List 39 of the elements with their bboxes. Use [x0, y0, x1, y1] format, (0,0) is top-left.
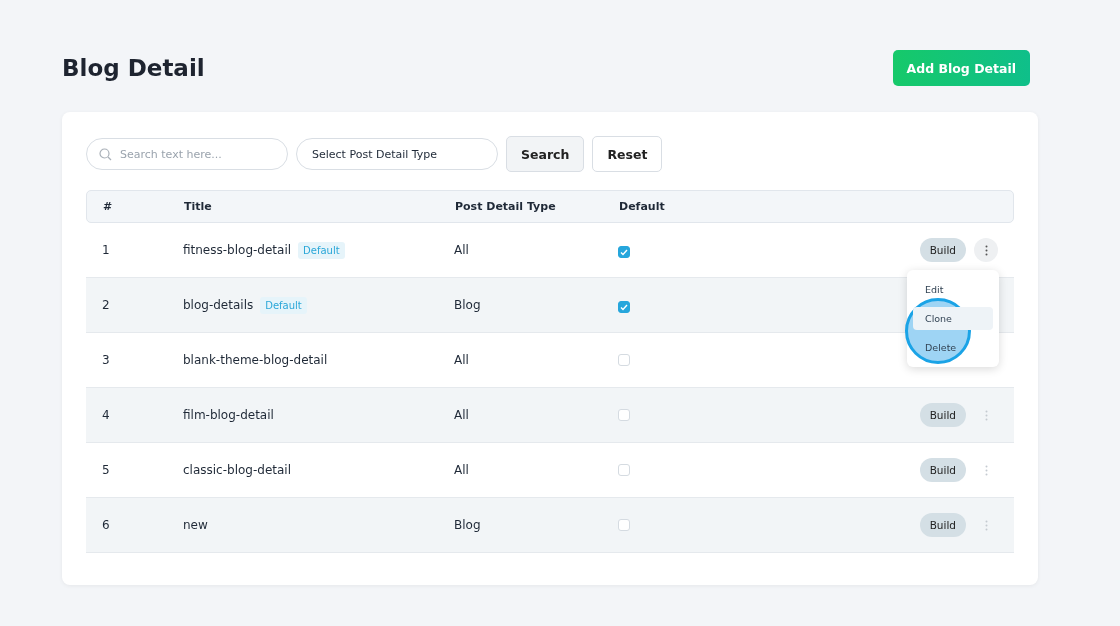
default-tag: Default [260, 296, 307, 314]
menu-item[interactable]: Clone [913, 307, 993, 330]
column-header: Post Detail Type [455, 200, 557, 213]
menu-item[interactable]: Edit [913, 278, 993, 301]
build-button[interactable]: Build [919, 238, 966, 262]
menu-item[interactable]: Delete [913, 336, 993, 359]
row-index: 3 [102, 353, 111, 367]
page-title: Blog Detail [62, 55, 205, 81]
type-cell-text: Blog [454, 518, 482, 532]
search-button[interactable]: Search [506, 136, 585, 172]
more-button[interactable] [974, 238, 998, 262]
more-icon [984, 244, 988, 256]
title-cell: new [183, 518, 208, 532]
title-cell: classic-blog-detail [183, 463, 292, 477]
title-cell: blank-theme-blog-detail [183, 353, 328, 367]
row-index: 6 [102, 518, 111, 532]
row-index: 2 [102, 298, 111, 312]
title-cell: film-blog-detail [183, 408, 274, 422]
type-cell-text: All [454, 243, 470, 257]
default-checkbox[interactable] [618, 301, 630, 313]
row-index: 5 [102, 463, 111, 477]
build-button[interactable]: Build [919, 513, 966, 537]
title-cell: fitness-blog-detail [183, 243, 292, 257]
default-checkbox[interactable] [618, 246, 630, 258]
column-header: Title [184, 200, 213, 213]
build-button[interactable]: Build [919, 403, 966, 427]
type-cell-text: All [454, 463, 470, 477]
build-button[interactable]: Build [919, 458, 966, 482]
type-cell-text: All [454, 408, 470, 422]
row-index: 1 [102, 243, 111, 257]
search-icon [99, 147, 112, 161]
type-cell-text: Blog [454, 298, 482, 312]
row-index: 4 [102, 408, 111, 422]
title-cell: blog-details [183, 298, 254, 312]
reset-button[interactable]: Reset [592, 136, 663, 172]
column-header: Default [619, 200, 666, 213]
type-cell-text: All [454, 353, 470, 367]
default-tag: Default [298, 241, 345, 259]
column-header: # [103, 200, 114, 213]
